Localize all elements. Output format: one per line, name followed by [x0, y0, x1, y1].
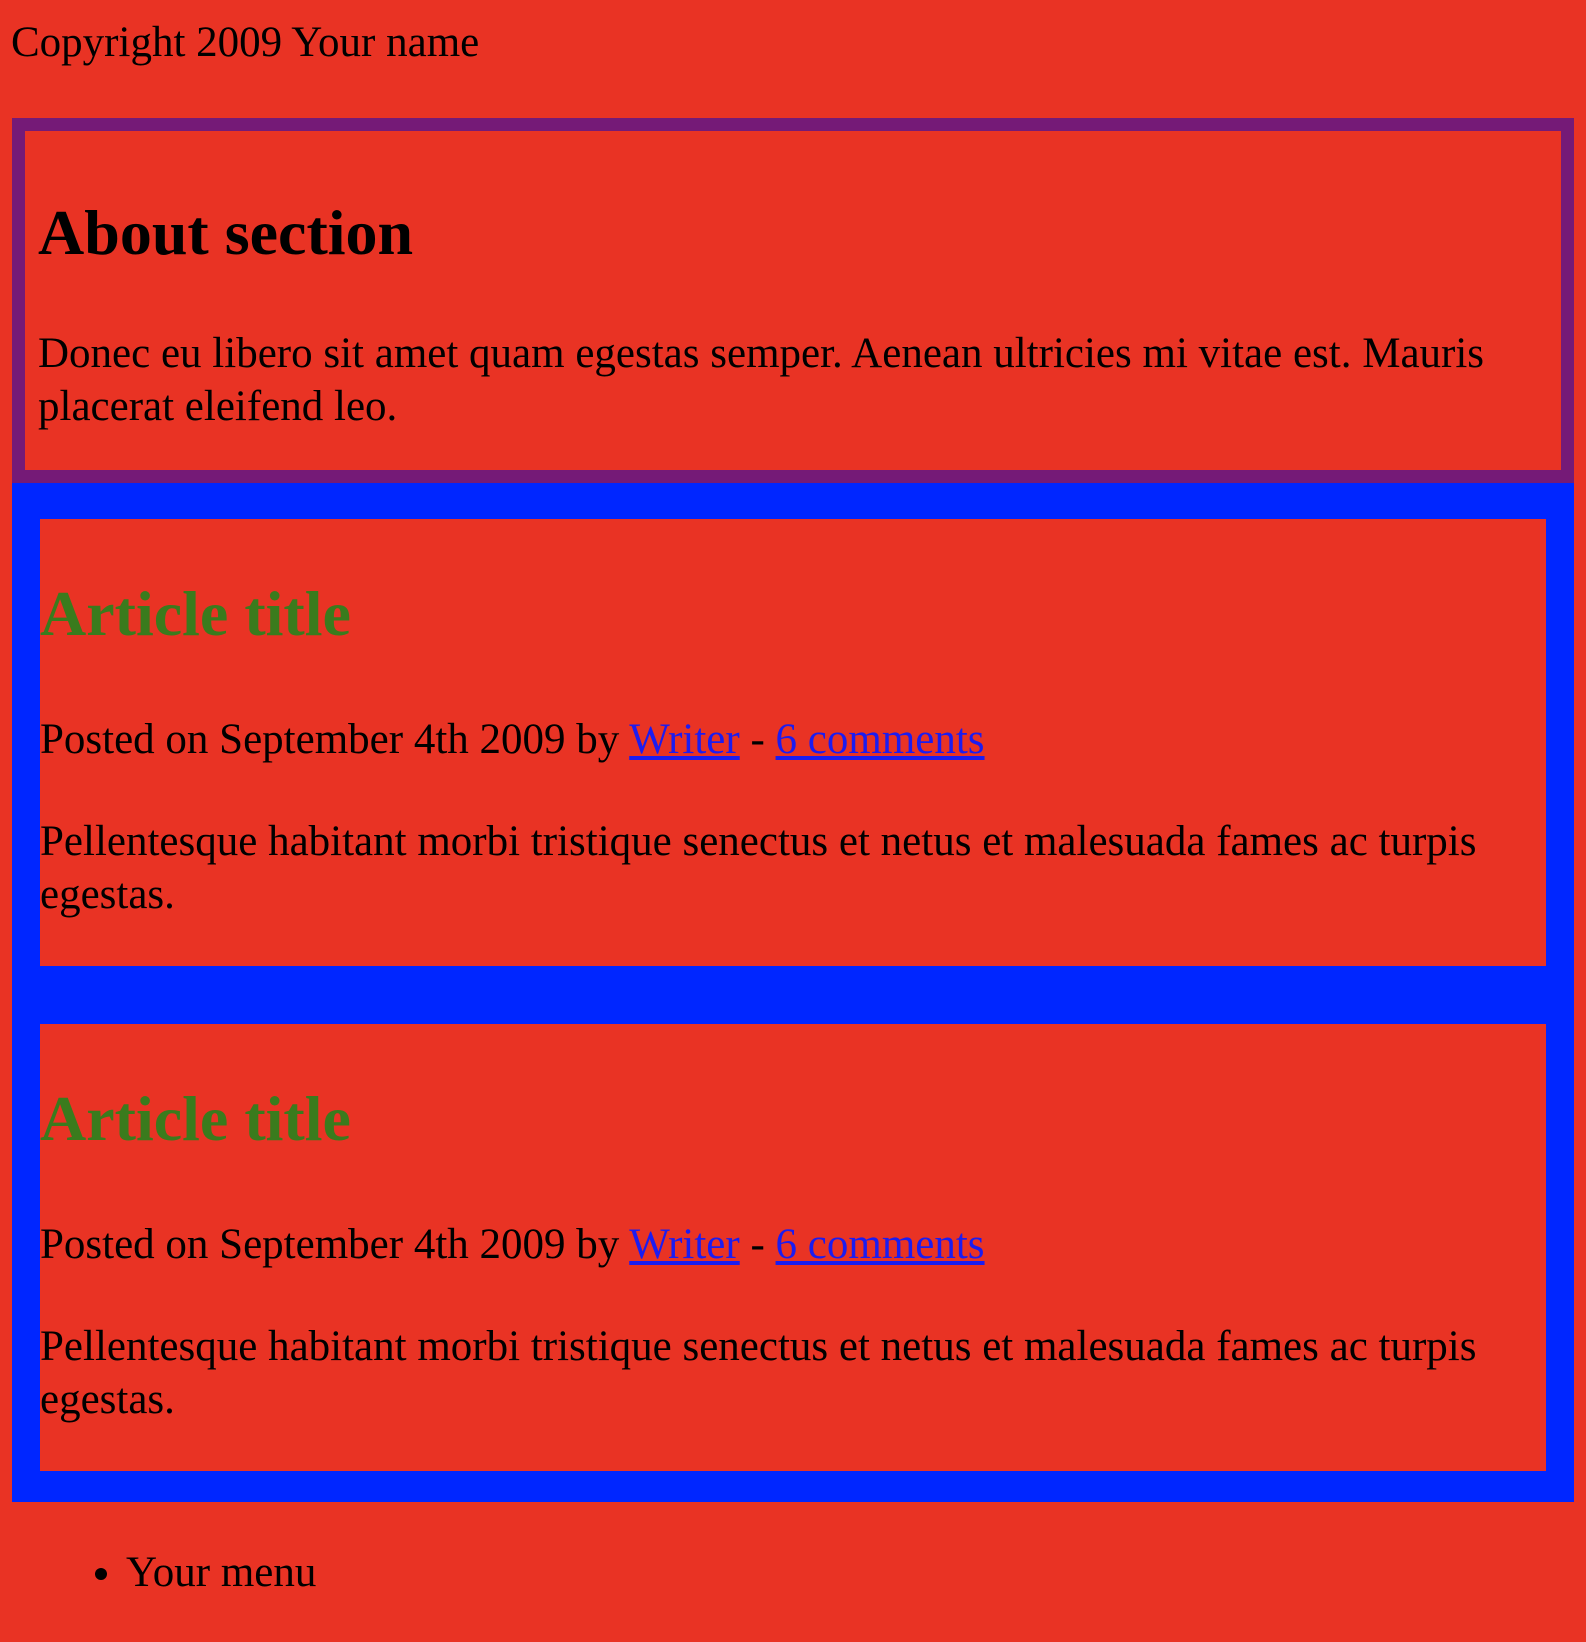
about-heading: About section: [38, 197, 414, 268]
article: Article title Posted on September 4th 20…: [40, 1024, 1546, 1471]
author-link[interactable]: Writer: [629, 1221, 739, 1268]
article-title: Article title: [40, 1083, 351, 1154]
meta-separator: -: [739, 716, 776, 763]
posted-text: Posted on September 4th 2009 by: [40, 716, 630, 763]
menu-item[interactable]: Your menu: [126, 1548, 316, 1597]
posted-text: Posted on September 4th 2009 by: [40, 1221, 630, 1268]
comments-link[interactable]: 6 comments: [776, 1221, 985, 1268]
about-section: About section Donec eu libero sit amet q…: [12, 118, 1574, 483]
article-meta: Posted on September 4th 2009 by Writer -…: [40, 715, 985, 764]
article-title: Article title: [40, 578, 351, 649]
article-meta: Posted on September 4th 2009 by Writer -…: [40, 1220, 985, 1269]
meta-separator: -: [739, 1221, 776, 1268]
article-body: Pellentesque habitant morbi tristique se…: [40, 818, 1477, 918]
comments-link[interactable]: 6 comments: [776, 716, 985, 763]
articles-container: Article title Posted on September 4th 20…: [12, 483, 1574, 1502]
menu-list: Your menu: [0, 1548, 316, 1597]
about-text: Donec eu libero sit amet quam egestas se…: [38, 330, 1485, 430]
copyright-text: Copyright 2009 Your name: [11, 19, 480, 66]
author-link[interactable]: Writer: [629, 716, 739, 763]
article-body: Pellentesque habitant morbi tristique se…: [40, 1323, 1477, 1423]
article: Article title Posted on September 4th 20…: [40, 519, 1546, 966]
